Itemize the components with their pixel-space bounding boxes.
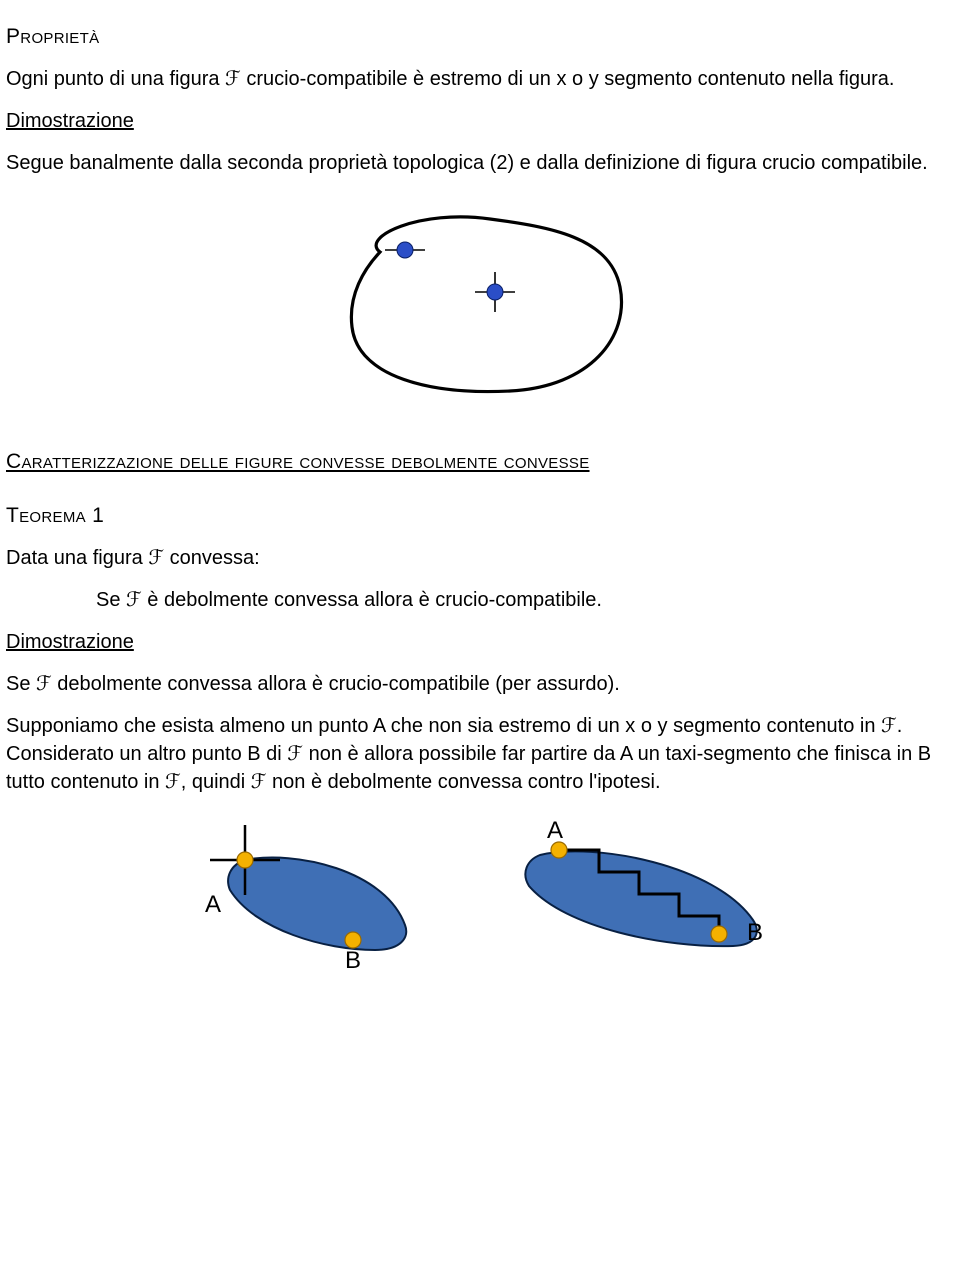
figure-1	[6, 197, 954, 407]
dimostrazione-label-1: Dimostrazione	[6, 110, 134, 132]
dimostrazione-label-2: Dimostrazione	[6, 631, 134, 653]
para-data: Data una figura ℱ convessa:	[6, 544, 954, 572]
figure-2-left: A B	[175, 810, 425, 970]
heading-proprieta: Proprietà	[6, 22, 954, 51]
label-B-right: B	[747, 919, 763, 946]
label-B-left: B	[345, 947, 361, 970]
label-A-left: A	[205, 891, 221, 918]
heading-teorema: Teorema 1	[6, 501, 954, 530]
para-dimo1: Segue banalmente dalla seconda proprietà…	[6, 149, 954, 177]
figure-2-row: A B A B	[6, 810, 954, 970]
para-supponiamo: Supponiamo che esista almeno un punto A …	[6, 712, 954, 796]
para-se: Se ℱ è debolmente convessa allora è cruc…	[96, 586, 954, 614]
figure-2-right: A B	[485, 810, 785, 970]
figure-1-svg	[310, 197, 650, 407]
page: Proprietà Ogni punto di una figura ℱ cru…	[0, 0, 960, 990]
para-dimo2: Se ℱ debolmente convessa allora è crucio…	[6, 670, 954, 698]
para-proprieta: Ogni punto di una figura ℱ crucio-compat…	[6, 65, 954, 93]
heading-dimostrazione-2: Dimostrazione	[6, 628, 954, 656]
heading-dimostrazione-1: Dimostrazione	[6, 107, 954, 135]
label-A-right: A	[547, 817, 563, 844]
heading-caratt: Caratterizzazione delle figure convesse …	[6, 447, 954, 476]
